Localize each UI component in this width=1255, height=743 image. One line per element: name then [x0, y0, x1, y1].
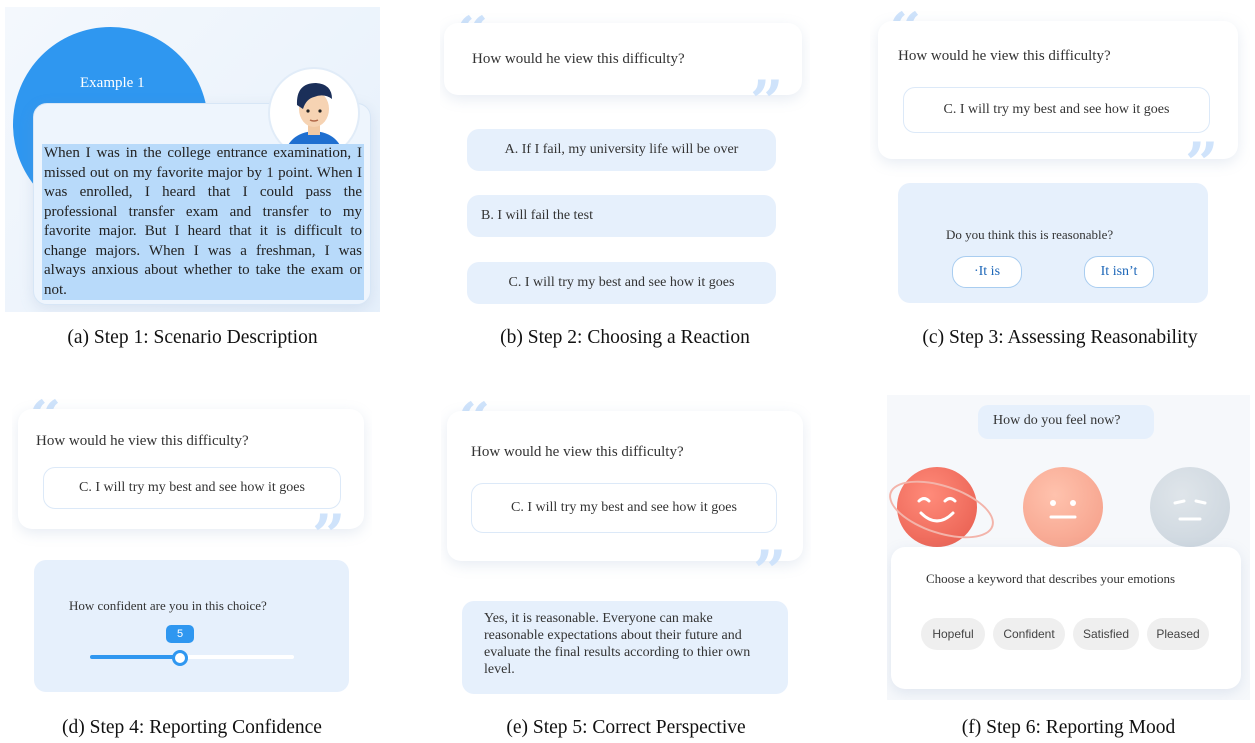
keyword-confident[interactable]: Confident — [993, 618, 1065, 650]
question-text: How would he view this difficulty? — [472, 51, 685, 67]
close-quote-icon: ” — [753, 538, 787, 606]
question-text: How do you feel now? — [993, 413, 1121, 428]
option-c-button[interactable]: C. I will try my best and see how it goe… — [467, 262, 776, 304]
keyword-hopeful[interactable]: Hopeful — [921, 618, 985, 650]
option-a-button[interactable]: A. If I fail, my university life will be… — [467, 129, 776, 171]
panel-reporting-confidence: “ How would he view this difficulty? C. … — [12, 395, 372, 700]
it-isnt-button[interactable]: It isn’t — [1084, 256, 1154, 288]
caption-step-5: (e) Step 5: Correct Perspective — [506, 717, 746, 738]
question-text: How would he view this difficulty? — [471, 444, 684, 460]
keyword-satisfied[interactable]: Satisfied — [1073, 618, 1139, 650]
panel-reporting-mood: How do you feel now? Choose a keyword th… — [887, 395, 1250, 700]
close-quote-icon: ” — [750, 68, 784, 136]
panel-correct-perspective: “ How would he view this difficulty? C. … — [441, 393, 811, 700]
confidence-prompt: How confident are you in this choice? — [69, 598, 267, 613]
close-quote-icon: ” — [312, 502, 346, 570]
slider-value: 5 — [176, 628, 184, 640]
panel-choosing-reaction: “ How would he view this difficulty? ” A… — [440, 5, 810, 315]
reasonable-prompt-text: Do you think this is reasonable? — [946, 227, 1114, 242]
caption-step-3: (c) Step 3: Assessing Reasonability — [922, 327, 1198, 348]
selected-answer: C. I will try my best and see how it goe… — [471, 483, 777, 533]
confidence-slider[interactable]: 5 — [90, 625, 294, 666]
reasonable-prompt-box — [898, 183, 1208, 303]
slider-value-tooltip: 5 — [166, 625, 194, 643]
caption-step-4: (d) Step 4: Reporting Confidence — [62, 717, 322, 738]
selected-answer: C. I will try my best and see how it goe… — [903, 87, 1210, 133]
selected-answer: C. I will try my best and see how it goe… — [43, 467, 341, 509]
caption-step-6: (f) Step 6: Reporting Mood — [961, 717, 1176, 738]
panel-scenario-description: Example 1 When I was in the college entr… — [5, 7, 380, 312]
keyword-pleased[interactable]: Pleased — [1147, 618, 1209, 650]
caption-step-1: (a) Step 1: Scenario Description — [67, 327, 318, 348]
option-b-button[interactable]: B. I will fail the test — [467, 195, 776, 237]
keyword-prompt: Choose a keyword that describes your emo… — [926, 571, 1176, 586]
caption-step-2: (b) Step 2: Choosing a Reaction — [500, 327, 750, 348]
it-is-button[interactable]: ·It is — [952, 256, 1022, 288]
slider-thumb[interactable] — [172, 650, 188, 666]
example-label: Example 1 — [80, 75, 145, 91]
sad-face-icon[interactable] — [1150, 467, 1230, 547]
perspective-text: Yes, it is reasonable. Everyone can make… — [484, 611, 751, 677]
neutral-face-icon[interactable] — [1023, 467, 1103, 547]
scenario-text: When I was in the college entrance exami… — [42, 144, 364, 300]
question-text: How would he view this difficulty? — [898, 48, 1111, 64]
slider-fill — [90, 655, 180, 659]
panel-assessing-reasonability: “ How would he view this difficulty? C. … — [870, 5, 1250, 310]
question-text: How would he view this difficulty? — [36, 433, 249, 449]
